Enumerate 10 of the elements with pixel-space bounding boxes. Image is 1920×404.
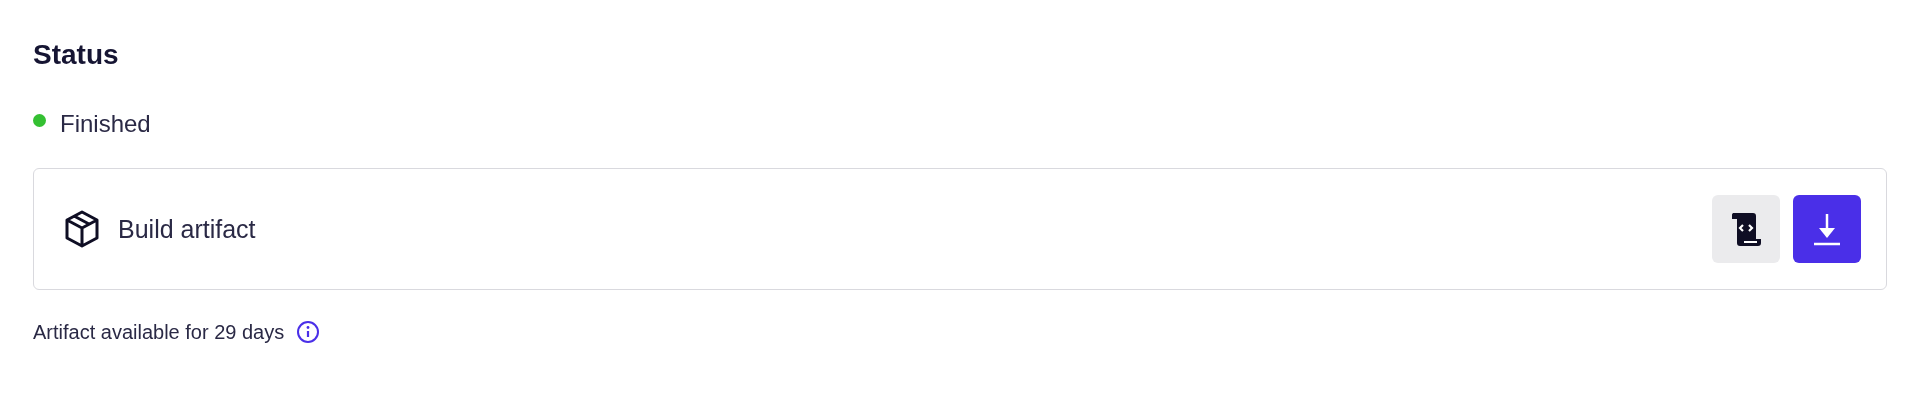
view-log-button[interactable] [1712, 195, 1780, 263]
info-icon[interactable] [296, 320, 321, 344]
artifact-name: Build artifact [118, 214, 257, 244]
status-label: Finished [60, 110, 151, 138]
script-icon [1729, 211, 1763, 247]
download-icon [1812, 212, 1842, 246]
package-icon [64, 210, 100, 248]
download-button[interactable] [1793, 195, 1861, 263]
section-heading: Status [33, 38, 120, 72]
retention-note: Artifact available for 29 days [33, 320, 285, 344]
